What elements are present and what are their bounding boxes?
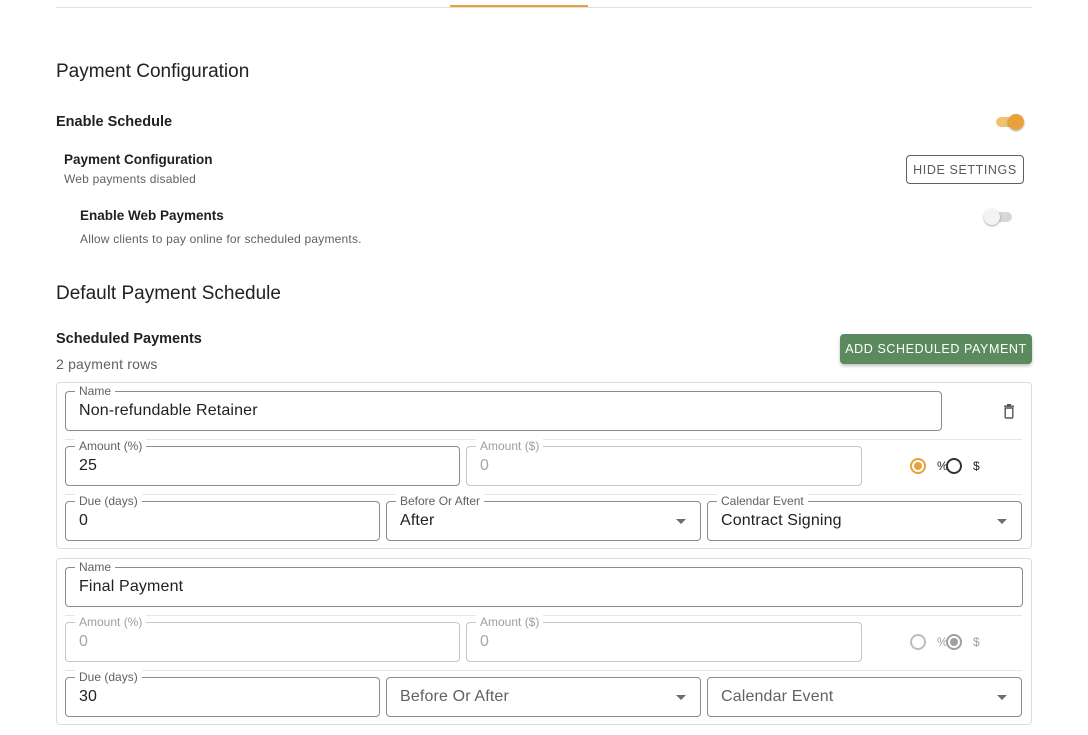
payment-row-count: 2 payment rows <box>56 356 158 372</box>
dropdown-arrow-icon <box>676 695 686 700</box>
due-days-field[interactable]: Due (days) 0 <box>65 494 380 541</box>
due-days-field[interactable]: Due (days) 30 <box>65 670 380 717</box>
dollar-radio[interactable] <box>946 458 962 474</box>
row-divider <box>65 670 1022 671</box>
field-value: 30 <box>79 688 98 705</box>
payment-config-subtitle: Web payments disabled <box>64 172 197 186</box>
dollar-radio <box>946 634 962 650</box>
field-value: 25 <box>79 457 98 474</box>
calendar-event-select[interactable]: Calendar Event <box>707 677 1022 717</box>
dollar-radio-label: $ <box>973 459 980 473</box>
field-placeholder: Calendar Event <box>721 688 834 705</box>
delete-icon[interactable] <box>1001 403 1017 419</box>
field-value: 0 <box>480 633 490 650</box>
web-payments-switch[interactable] <box>984 207 1014 227</box>
active-tab-indicator <box>450 5 588 7</box>
field-value: After <box>400 512 435 529</box>
row-divider <box>65 615 1022 616</box>
enable-schedule-label: Enable Schedule <box>56 114 173 130</box>
field-value: Contract Signing <box>721 512 842 529</box>
row-divider <box>65 494 1022 495</box>
dropdown-arrow-icon <box>676 519 686 524</box>
field-value: 0 <box>480 457 490 474</box>
scheduled-payments-heading: Scheduled Payments <box>56 331 202 347</box>
dropdown-arrow-icon <box>997 695 1007 700</box>
percent-radio <box>910 634 926 650</box>
field-value: Non-refundable Retainer <box>79 402 258 419</box>
before-after-select[interactable]: Before Or After After <box>386 494 701 541</box>
percent-radio[interactable] <box>910 458 926 474</box>
row-divider <box>65 439 1022 440</box>
field-value: Final Payment <box>79 578 184 595</box>
amount-percent-field[interactable]: Amount (%) 25 <box>65 439 460 486</box>
before-after-select[interactable]: Before Or After <box>386 677 701 717</box>
web-payments-description: Allow clients to pay online for schedule… <box>80 232 362 246</box>
amount-dollar-field: Amount ($) 0 <box>466 439 862 486</box>
field-value: 0 <box>79 633 89 650</box>
tab-bar-divider <box>56 7 1032 8</box>
payment-name-field[interactable]: Name Non-refundable Retainer <box>65 384 942 431</box>
field-placeholder: Before Or After <box>400 688 509 705</box>
amount-percent-field: Amount (%) 0 <box>65 615 460 662</box>
web-payments-title: Enable Web Payments <box>80 208 224 223</box>
enable-schedule-switch[interactable] <box>994 112 1024 132</box>
page-section-title: Payment Configuration <box>56 61 250 82</box>
hide-settings-button[interactable]: HIDE SETTINGS <box>906 155 1024 184</box>
payment-config-title: Payment Configuration <box>64 152 213 167</box>
field-value: 0 <box>79 512 89 529</box>
schedule-title: Default Payment Schedule <box>56 283 281 304</box>
payment-name-field[interactable]: Name Final Payment <box>65 560 1023 607</box>
calendar-event-select[interactable]: Calendar Event Contract Signing <box>707 494 1022 541</box>
dollar-radio-label: $ <box>973 635 980 649</box>
dropdown-arrow-icon <box>997 519 1007 524</box>
amount-dollar-field: Amount ($) 0 <box>466 615 862 662</box>
add-scheduled-payment-button[interactable]: ADD SCHEDULED PAYMENT <box>840 334 1032 364</box>
